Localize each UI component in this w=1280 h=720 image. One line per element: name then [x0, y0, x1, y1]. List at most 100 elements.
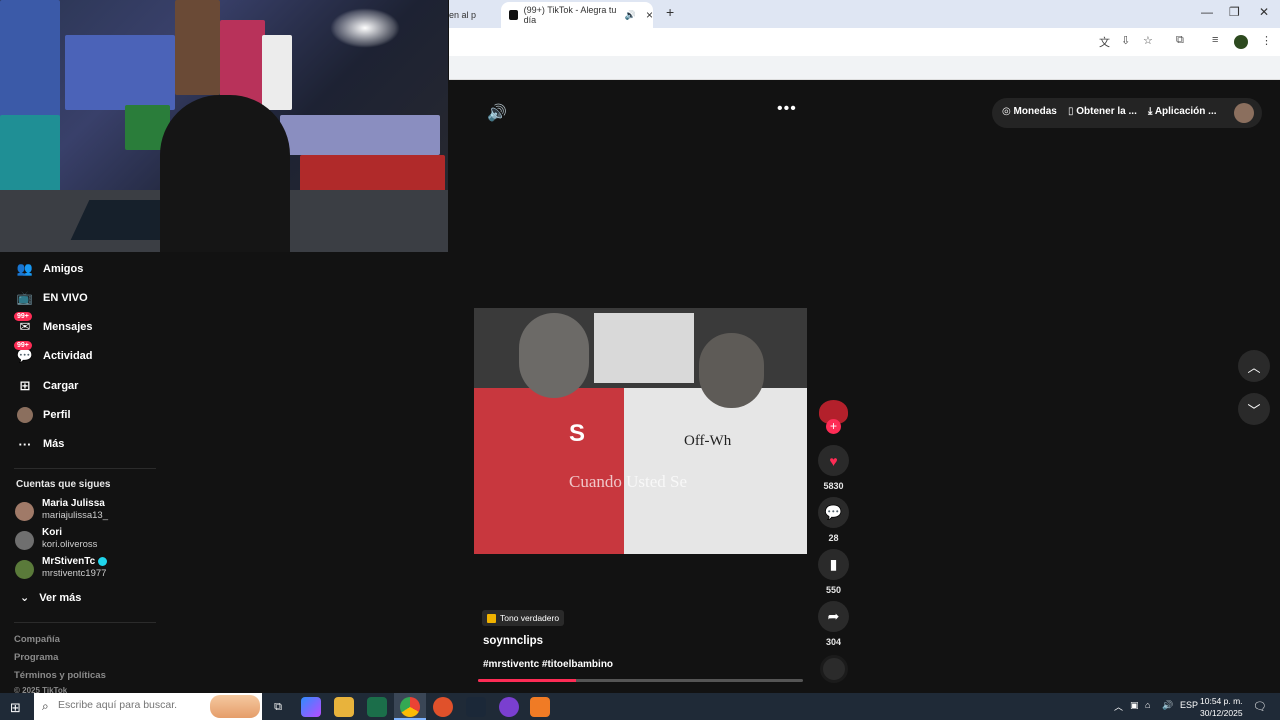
notifications-icon[interactable]: 🗨 — [1253, 700, 1267, 713]
helmet-shelf — [280, 115, 440, 155]
account-name-row: MrStivenTc — [42, 556, 108, 567]
sidebar-item-live[interactable]: 📺 EN VIVO — [16, 287, 88, 309]
chrome-icon[interactable] — [400, 697, 420, 717]
bookmark-icon: ▮ — [829, 556, 838, 572]
file-explorer-icon[interactable] — [334, 697, 354, 717]
poster — [262, 35, 292, 110]
verified-badge-icon — [98, 556, 108, 566]
app-icon[interactable] — [530, 697, 550, 717]
windows-taskbar: ⊞ ⌕ ⧉ ︿ ▣ ⌂ 🔊 ESP 10:54 p. m. 30/12/2025… — [0, 693, 1280, 720]
more-options-icon[interactable]: ••• — [777, 100, 797, 118]
coins-button[interactable]: ◎ Monedas — [1002, 106, 1057, 117]
extensions-icon[interactable]: ⧉ — [1176, 34, 1184, 47]
tab-audio-icon[interactable]: 🔊 — [625, 10, 636, 21]
like-button[interactable]: ♥ — [818, 445, 849, 476]
sound-tag[interactable]: Tono verdadero — [482, 610, 565, 626]
avatar — [15, 502, 34, 521]
volume-tray-icon[interactable]: 🔊 — [1162, 700, 1173, 711]
next-video-button[interactable]: ﹀ — [1238, 393, 1270, 425]
account-handle: kori.oliveross — [42, 539, 98, 550]
messages-badge: 99+ — [14, 312, 32, 321]
volume-icon[interactable]: 🔊 — [487, 103, 507, 123]
bookmark-star-icon[interactable]: ☆ — [1143, 34, 1153, 47]
streamer — [160, 95, 290, 252]
see-more-label: Ver más — [39, 592, 82, 604]
friends-icon: 👥 — [16, 261, 34, 276]
likes-count: 5830 — [823, 481, 844, 491]
minimize-button[interactable]: — — [1201, 5, 1213, 19]
footer-link-company[interactable]: Compañía — [14, 634, 60, 645]
sidebar-item-label: Mensajes — [43, 321, 93, 333]
sidebar-divider — [14, 622, 156, 623]
share-button[interactable]: ➦ — [818, 601, 849, 632]
save-button[interactable]: ▮ — [818, 549, 849, 580]
previous-video-button[interactable]: ︿ — [1238, 350, 1270, 382]
sidebar-item-upload[interactable]: ⊞ Cargar — [16, 375, 79, 397]
video-author[interactable]: soynnclips — [483, 635, 543, 647]
system-clock[interactable]: 10:54 p. m. 30/12/2025 — [1200, 695, 1243, 719]
new-tab-button[interactable]: + — [666, 4, 674, 20]
comment-button[interactable]: 💬 — [818, 497, 849, 528]
app-icon[interactable] — [433, 697, 453, 717]
helmet-shelf — [300, 155, 445, 195]
tray-chevron-up-icon[interactable]: ︿ — [1114, 700, 1123, 713]
video-player[interactable]: S Off-Wh Cuando Usted Se — [474, 308, 807, 554]
sidebar-item-label: EN VIVO — [43, 292, 88, 304]
more-icon: ··· — [18, 436, 32, 452]
desktop-app-button[interactable]: ⤓ Aplicación ... — [1148, 106, 1217, 117]
close-window-button[interactable]: ✕ — [1259, 5, 1269, 19]
poster — [0, 0, 60, 120]
upload-icon: ⊞ — [19, 378, 31, 393]
following-section-title: Cuentas que sigues — [16, 479, 111, 490]
download-icon: ⤓ — [1148, 106, 1155, 117]
install-app-icon[interactable]: ⇩ — [1121, 34, 1130, 47]
browser-tab-tiktok[interactable]: (99+) TikTok - Alegra tu día 🔊 × — [501, 2, 653, 28]
windows-start-icon[interactable]: ⊞ — [10, 700, 21, 716]
follow-plus-button[interactable]: + — [826, 419, 841, 434]
browser-menu-icon[interactable]: ⋮ — [1261, 34, 1272, 47]
get-app-button[interactable]: ▯ Obtener la ... — [1068, 106, 1137, 117]
video-person-right — [624, 388, 807, 554]
sidebar-item-activity[interactable]: 💬 99+ Actividad — [14, 341, 93, 367]
sidebar-item-friends[interactable]: 👥 Amigos — [16, 258, 83, 280]
ceiling-light — [330, 8, 400, 48]
video-progress-fill — [478, 679, 576, 682]
maximize-button[interactable]: ❐ — [1229, 5, 1240, 19]
user-avatar[interactable] — [1234, 103, 1254, 123]
copilot-icon[interactable] — [301, 697, 321, 717]
task-view-icon[interactable]: ⧉ — [268, 697, 288, 717]
media-controls-icon[interactable]: ≡ — [1212, 34, 1218, 46]
app-icon[interactable] — [499, 697, 519, 717]
footer-link-terms[interactable]: Términos y políticas — [14, 670, 106, 681]
translate-icon[interactable]: 文 — [1099, 34, 1110, 50]
browser-tab-previous[interactable]: en al p — [449, 2, 501, 28]
tab-close-icon[interactable]: × — [646, 8, 653, 22]
language-indicator[interactable]: ESP — [1180, 700, 1198, 710]
taskbar-search-input[interactable] — [58, 699, 208, 711]
video-head-right — [699, 333, 764, 408]
sidebar-item-messages[interactable]: ✉ 99+ Mensajes — [14, 312, 93, 338]
music-disc-icon[interactable] — [820, 655, 848, 683]
profile-avatar — [16, 406, 34, 424]
coin-icon: ◎ — [1002, 106, 1014, 117]
tray-icon[interactable]: ▣ — [1130, 700, 1139, 711]
video-window — [594, 313, 694, 383]
steam-icon[interactable] — [466, 697, 486, 717]
sidebar-item-label: Amigos — [43, 263, 84, 275]
video-progress-bar[interactable] — [478, 679, 803, 682]
avatar — [15, 560, 34, 579]
clock-date: 30/12/2025 — [1200, 708, 1243, 718]
footer-link-program[interactable]: Programa — [14, 652, 58, 663]
desktop-app-label: Aplicación ... — [1154, 106, 1217, 117]
sidebar-item-more[interactable]: ··· Más — [16, 433, 65, 455]
app-icon[interactable] — [367, 697, 387, 717]
taskbar-search[interactable]: ⌕ — [34, 693, 262, 720]
video-hashtags[interactable]: #mrstiventc #titoelbambino — [483, 659, 613, 670]
sound-tag-label: Tono verdadero — [500, 613, 560, 623]
network-icon[interactable]: ⌂ — [1145, 700, 1150, 710]
see-more-button[interactable]: ⌄ Ver más — [20, 591, 81, 604]
account-name: Maria Julissa — [42, 498, 105, 509]
sidebar-item-profile[interactable]: Perfil — [16, 404, 71, 426]
get-app-label: Obtener la ... — [1076, 106, 1137, 117]
profile-icon[interactable] — [1234, 35, 1248, 49]
